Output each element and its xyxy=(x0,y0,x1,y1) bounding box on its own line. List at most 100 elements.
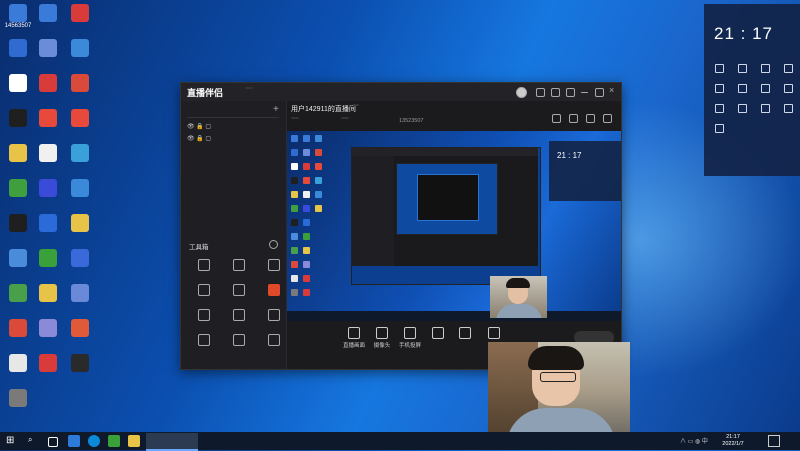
quick-action[interactable] xyxy=(777,64,799,75)
tool-item[interactable] xyxy=(224,334,254,348)
desktop-icon[interactable] xyxy=(62,354,98,373)
live-app-window[interactable]: 直播伴侣 × + 👁 🔒 ▢ 👁 🔒 ▢ 工具箱 用户142911的直播间 13… xyxy=(180,82,622,370)
toolbox-more-icon[interactable] xyxy=(269,240,278,249)
quick-action[interactable] xyxy=(777,84,799,95)
quick-action[interactable] xyxy=(708,104,730,115)
desktop-icon[interactable] xyxy=(62,74,98,93)
quick-action[interactable] xyxy=(731,104,753,115)
desktop-icon[interactable] xyxy=(62,284,98,303)
webcam-overlay-small xyxy=(490,276,547,318)
close-icon[interactable]: × xyxy=(609,85,614,95)
quick-action[interactable] xyxy=(777,104,799,115)
preview-icon xyxy=(291,149,298,156)
control-button[interactable]: 直播画面 xyxy=(341,327,367,349)
preview-area[interactable]: 21 : 17 xyxy=(287,131,621,321)
app-icon xyxy=(9,284,27,302)
gift-icon[interactable] xyxy=(552,114,561,123)
explorer-icon[interactable] xyxy=(68,435,80,447)
tool-item[interactable] xyxy=(259,334,289,348)
quick-action[interactable] xyxy=(754,84,776,95)
folder-icon[interactable] xyxy=(128,435,140,447)
quick-action-icon xyxy=(737,64,747,73)
tool-icon xyxy=(233,259,245,271)
clock-time: 21:17 xyxy=(726,434,740,440)
tool-item[interactable] xyxy=(224,309,254,323)
tray-icons[interactable]: ∧ ▭ ◍ 中 xyxy=(680,436,708,445)
share-icon[interactable] xyxy=(603,114,612,123)
wechat-icon[interactable] xyxy=(108,435,120,447)
desktop-icon[interactable] xyxy=(62,249,98,268)
tool-item[interactable] xyxy=(259,259,289,273)
scene-item-1[interactable]: 👁 🔒 ▢ xyxy=(187,123,211,130)
avatar[interactable] xyxy=(516,87,527,98)
tool-item[interactable] xyxy=(189,259,219,273)
app-icon xyxy=(9,214,27,232)
minimize-icon[interactable] xyxy=(581,92,588,93)
edge-icon[interactable] xyxy=(88,435,100,447)
tool-item[interactable] xyxy=(224,259,254,273)
desktop-icon[interactable] xyxy=(30,179,66,198)
desktop-icon[interactable] xyxy=(30,4,66,23)
mode-tag[interactable] xyxy=(341,117,349,119)
quick-action[interactable] xyxy=(708,124,730,135)
desktop-icon[interactable] xyxy=(30,144,66,163)
desktop-icon[interactable] xyxy=(62,144,98,163)
control-button[interactable]: 摄像头 xyxy=(369,327,395,349)
desktop-icon[interactable] xyxy=(62,179,98,198)
desktop-icon[interactable] xyxy=(30,39,66,58)
desktop-icon[interactable] xyxy=(30,249,66,268)
desktop-icon[interactable] xyxy=(30,74,66,93)
control-button[interactable] xyxy=(425,327,451,341)
desktop-icon[interactable] xyxy=(62,214,98,233)
quick-action[interactable] xyxy=(708,84,730,95)
control-button[interactable] xyxy=(481,327,507,341)
quick-action-icon xyxy=(783,104,793,113)
quick-action[interactable] xyxy=(708,64,730,75)
tool-icon xyxy=(198,284,210,296)
preview-taskbar xyxy=(287,311,621,321)
app-icon xyxy=(9,4,27,22)
desktop-icon[interactable] xyxy=(0,389,36,408)
quick-action[interactable] xyxy=(754,64,776,75)
control-button[interactable] xyxy=(452,327,478,341)
tool-item[interactable] xyxy=(259,309,289,323)
desktop-icon[interactable] xyxy=(62,109,98,128)
task-view-icon[interactable] xyxy=(48,437,58,447)
app-titlebar: 直播伴侣 × xyxy=(181,83,621,101)
tool-item[interactable] xyxy=(189,309,219,323)
quick-action[interactable] xyxy=(754,104,776,115)
bell-icon[interactable] xyxy=(586,114,595,123)
desktop-icon[interactable] xyxy=(30,319,66,338)
message-icon[interactable] xyxy=(536,88,545,97)
desktop-icon[interactable] xyxy=(30,284,66,303)
edit-button[interactable] xyxy=(353,104,359,106)
add-scene-button[interactable]: + xyxy=(273,104,279,115)
taskbar-live-app[interactable] xyxy=(146,433,198,451)
menu-icon[interactable] xyxy=(566,88,575,97)
category-tag[interactable] xyxy=(291,117,299,119)
scene-item-2[interactable]: 👁 🔒 ▢ xyxy=(187,135,211,142)
quick-action-icon xyxy=(714,124,724,133)
desktop-icon[interactable] xyxy=(62,4,98,23)
control-button[interactable]: 手机投屏 xyxy=(397,327,423,349)
desktop-icon[interactable] xyxy=(62,39,98,58)
preview-icon xyxy=(315,205,322,212)
tool-item[interactable] xyxy=(189,284,219,298)
settings-icon[interactable] xyxy=(551,88,560,97)
maximize-icon[interactable] xyxy=(595,88,604,97)
tool-item[interactable] xyxy=(189,334,219,348)
notification-icon[interactable] xyxy=(768,435,780,447)
quick-action[interactable] xyxy=(731,84,753,95)
desktop-icon[interactable] xyxy=(30,214,66,233)
desktop-icon[interactable] xyxy=(62,319,98,338)
taskbar-clock[interactable]: 21:17 2022/1/7 xyxy=(718,434,748,448)
lock-icon[interactable] xyxy=(569,114,578,123)
desktop-icon[interactable] xyxy=(30,354,66,373)
search-icon[interactable]: ⌕ xyxy=(28,435,32,445)
desktop-icon[interactable] xyxy=(30,109,66,128)
tool-item[interactable] xyxy=(224,284,254,298)
start-icon[interactable]: ⊞ xyxy=(6,435,14,446)
app-icon xyxy=(71,39,89,57)
quick-action[interactable] xyxy=(731,64,753,75)
tool-item[interactable] xyxy=(259,284,289,298)
